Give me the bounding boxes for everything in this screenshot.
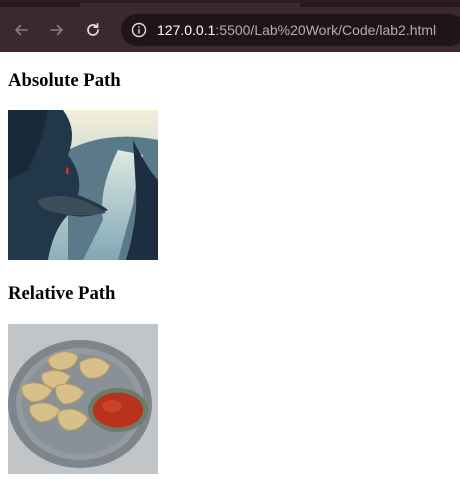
absolute-path-heading: Absolute Path <box>8 70 121 91</box>
site-info-button[interactable] <box>130 21 148 39</box>
dumplings-plate-photo <box>8 324 158 474</box>
arrow-right-icon <box>50 24 63 36</box>
reload-button[interactable] <box>82 19 104 41</box>
active-tab[interactable] <box>80 3 300 7</box>
site-info-icon <box>131 22 147 38</box>
url-text[interactable]: 127.0.0.1:5500/Lab%20Work/Code/lab2.html <box>157 22 436 38</box>
relative-path-image <box>8 324 158 474</box>
tab-strip <box>0 3 460 7</box>
url-path: :5500/Lab%20Work/Code/lab2.html <box>215 22 437 38</box>
fjord-cliff-photo <box>8 110 158 260</box>
browser-toolbar: 127.0.0.1:5500/Lab%20Work/Code/lab2.html <box>0 0 460 52</box>
relative-path-heading: Relative Path <box>8 283 116 304</box>
absolute-path-image <box>8 110 158 260</box>
address-bar[interactable]: 127.0.0.1:5500/Lab%20Work/Code/lab2.html <box>121 14 460 46</box>
url-host: 127.0.0.1 <box>157 22 216 38</box>
back-button[interactable] <box>10 19 32 41</box>
arrow-left-icon <box>15 24 28 36</box>
reload-icon <box>87 22 99 36</box>
forward-button[interactable] <box>46 19 68 41</box>
